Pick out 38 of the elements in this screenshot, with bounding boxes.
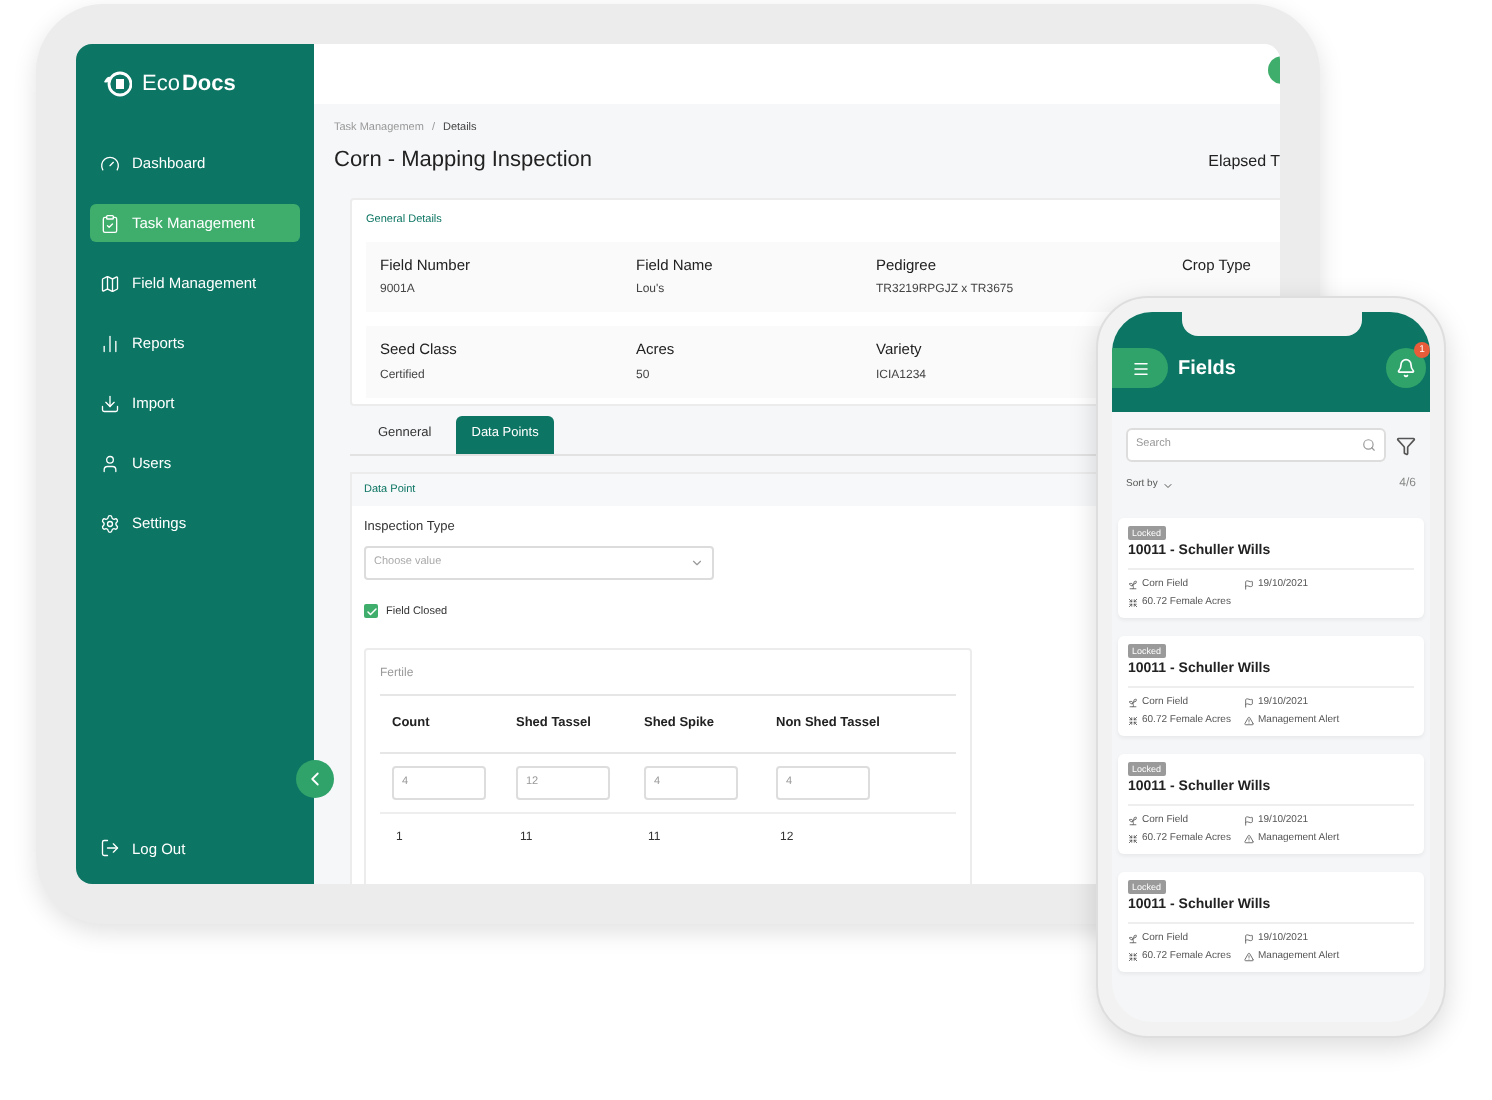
flag-icon — [1244, 698, 1254, 708]
filter-icon[interactable] — [1396, 435, 1416, 455]
bell-icon — [1396, 358, 1416, 378]
download-icon — [100, 393, 120, 413]
sprout-icon — [1128, 698, 1138, 708]
flag-icon — [1244, 580, 1254, 590]
checkbox[interactable] — [364, 604, 378, 619]
gauge-icon — [100, 153, 120, 173]
sprout-icon — [1128, 816, 1138, 826]
logo-text: Eco — [142, 71, 180, 95]
bar-chart-icon — [100, 333, 120, 353]
logo-text: Docs — [181, 73, 236, 95]
flag-icon — [1244, 934, 1254, 944]
map-icon — [100, 273, 120, 293]
warning-icon — [1244, 952, 1254, 962]
menu-button[interactable] — [1112, 348, 1168, 388]
search-icon — [1362, 438, 1376, 452]
shrink-icon — [1128, 598, 1138, 608]
warning-icon — [1244, 716, 1254, 726]
flag-icon — [1244, 816, 1254, 826]
settings-icon — [100, 513, 120, 533]
collapse-button[interactable] — [296, 760, 334, 798]
shrink-icon — [1128, 716, 1138, 726]
screen-title: Fields — [1178, 355, 1236, 383]
sprout-icon — [1128, 934, 1138, 944]
shrink-icon — [1128, 834, 1138, 844]
logo-icon — [102, 70, 132, 98]
menu-icon — [1131, 359, 1149, 377]
sprout-icon — [1128, 580, 1138, 590]
page-title: Corn - Mapping Inspection — [334, 146, 593, 177]
clipboard-icon — [100, 213, 120, 233]
chevron-down-icon — [690, 555, 704, 569]
shrink-icon — [1128, 952, 1138, 962]
warning-icon — [1244, 834, 1254, 844]
elapsed-label: Elapsed T — [1208, 149, 1280, 173]
logout-icon — [100, 838, 120, 859]
chevron-down-icon — [1161, 479, 1174, 491]
user-icon — [100, 453, 120, 473]
